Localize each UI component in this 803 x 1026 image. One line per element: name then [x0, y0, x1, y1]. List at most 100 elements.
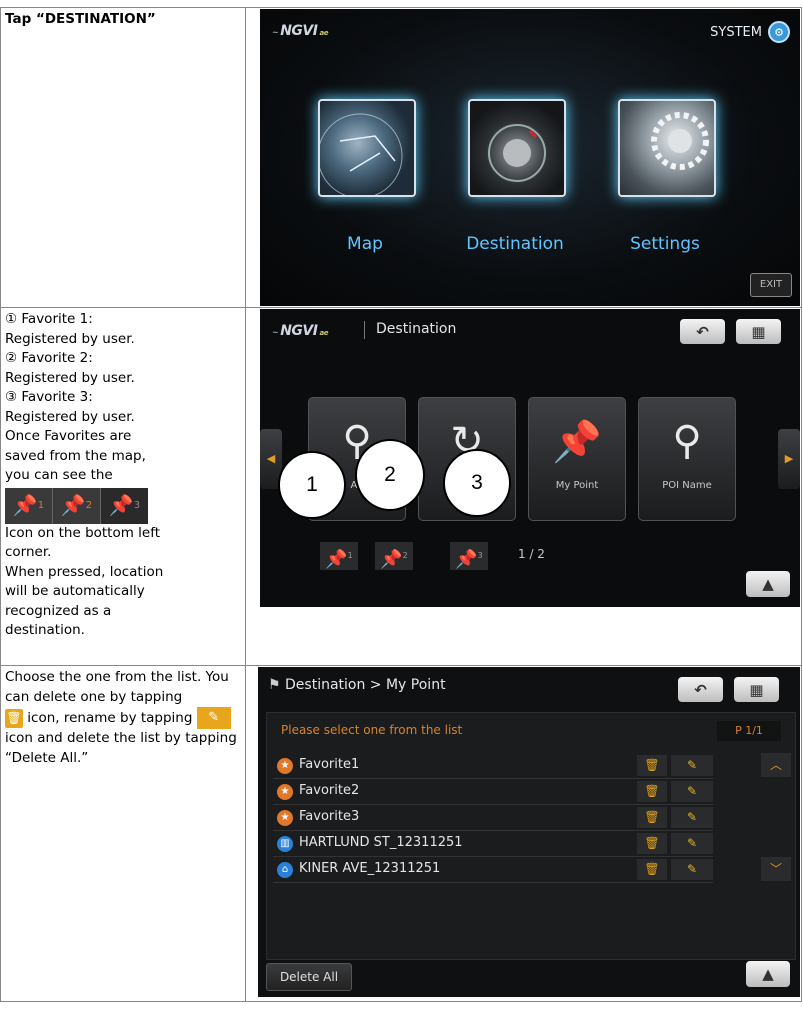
- system-button[interactable]: SYSTEM ⚙: [710, 21, 790, 43]
- trash-icon: 🗑: [644, 784, 660, 798]
- item-name: HARTLUND ST_12311251: [299, 835, 463, 850]
- page-indicator: 1 / 2: [518, 547, 545, 561]
- building-icon: ▥: [277, 836, 293, 852]
- rename-button[interactable]: ✎: [671, 833, 713, 854]
- row2-line: recognized as a: [5, 602, 112, 619]
- settings-label: Settings: [630, 234, 700, 254]
- menu-grid-button[interactable]: ▦: [736, 319, 781, 344]
- rename-button[interactable]: ✎: [671, 781, 713, 802]
- scroll-down-button[interactable]: ﹀: [761, 857, 791, 881]
- pin-icon: 📌: [552, 419, 602, 465]
- pencil-icon: ✎: [196, 707, 231, 729]
- ngvi-logo: ~ NGVI ae: [272, 323, 328, 339]
- delete-button[interactable]: 🗑: [637, 781, 667, 802]
- item-name: Favorite2: [299, 783, 360, 798]
- trash-icon: 🗑: [644, 758, 660, 772]
- favorite-2-button[interactable]: 📌2: [375, 542, 413, 570]
- delete-all-button[interactable]: Delete All: [266, 963, 352, 991]
- favorite-pins-image: 📌 1 📌 2 📌 3: [5, 487, 148, 524]
- trash-icon: 🗑: [644, 810, 660, 824]
- pin-icon: 📌 1: [5, 487, 53, 524]
- row2-image-cell: ~NGVIae Destination ↶ ▦ ◀ ⚲ Ad ↻ 📌 My Po…: [245, 307, 802, 666]
- ngvi-logo: ~ NGVI ae: [272, 23, 328, 39]
- my-point-screen: ⚑ Destination > My Point ↶ ▦ Please sele…: [258, 667, 800, 997]
- settings-tile[interactable]: [618, 99, 716, 197]
- list-item[interactable]: ▥ HARTLUND ST_12311251 🗑 ✎: [273, 831, 713, 857]
- list-item[interactable]: ★ Favorite1 🗑 ✎: [273, 753, 713, 779]
- system-label: SYSTEM: [710, 24, 762, 40]
- callout-1: 1: [278, 451, 346, 519]
- card-label: POI Name: [662, 480, 712, 491]
- grid-icon: ▦: [751, 322, 766, 341]
- item-name: KINER AVE_12311251: [299, 861, 441, 876]
- menu-grid-button[interactable]: ▦: [734, 677, 779, 702]
- list-item[interactable]: ★ Favorite3 🗑 ✎: [273, 805, 713, 831]
- breadcrumb: ⚑ Destination > My Point: [268, 677, 446, 693]
- row3-text-part3: icon and delete the list by tapping “Del…: [5, 730, 237, 766]
- pin-icon: 📌 3: [101, 487, 148, 524]
- back-button[interactable]: ↶: [678, 677, 723, 702]
- row2-line: destination.: [5, 622, 85, 638]
- favorite-3-button[interactable]: 📌3: [450, 542, 488, 570]
- scroll-up-button[interactable]: ▲: [746, 571, 790, 597]
- scroll-top-button[interactable]: ▲: [746, 961, 790, 987]
- next-page-button[interactable]: ▶: [778, 429, 800, 489]
- destination-label: Destination: [466, 234, 564, 254]
- grid-icon: ▦: [749, 680, 764, 699]
- up-arrow-icon: ▲: [762, 965, 774, 983]
- row2-line: Once Favorites are: [5, 428, 132, 444]
- pencil-icon: ✎: [686, 758, 698, 772]
- pencil-icon: ✎: [686, 810, 698, 824]
- pencil-icon: ✎: [686, 862, 698, 876]
- list-item[interactable]: ⌂ KINER AVE_12311251 🗑 ✎: [273, 857, 713, 883]
- header-divider: [364, 321, 365, 339]
- delete-button[interactable]: 🗑: [637, 833, 667, 854]
- favorite-icon: ★: [277, 758, 293, 774]
- row3-image-cell: ⚑ Destination > My Point ↶ ▦ Please sele…: [245, 665, 802, 1002]
- poi-name-card[interactable]: ⚲ POI Name: [638, 397, 736, 521]
- list-item[interactable]: ★ Favorite2 🗑 ✎: [273, 779, 713, 805]
- list-prompt: Please select one from the list: [281, 723, 463, 737]
- trash-icon: 🗑: [644, 862, 660, 876]
- scroll-up-button[interactable]: ︿: [761, 753, 791, 777]
- row2-text-cell: ① Favorite 1: Registered by user. ② Favo…: [0, 307, 246, 666]
- back-icon: ↶: [696, 322, 709, 341]
- right-arrow-icon: ▶: [784, 452, 794, 465]
- chevron-up-icon: ︿: [769, 758, 782, 772]
- callout-2: 2: [355, 439, 425, 511]
- rename-button[interactable]: ✎: [671, 755, 713, 776]
- favorite-1-button[interactable]: 📌1: [320, 542, 358, 570]
- row1-text-cell: Tap “DESTINATION”: [0, 7, 246, 308]
- rename-button[interactable]: ✎: [671, 859, 713, 880]
- delete-button[interactable]: 🗑: [637, 859, 667, 880]
- poi-search-icon: ⚲: [672, 418, 702, 464]
- compass-icon: [488, 124, 546, 182]
- gear-icon: ⚙: [768, 21, 790, 43]
- row2-line: you can see the: [5, 467, 113, 483]
- row2-line: Registered by user.: [5, 330, 135, 347]
- row2-line: Icon on the bottom left: [5, 524, 161, 541]
- row2-line: When pressed, location: [5, 563, 164, 580]
- row2-line: ① Favorite 1:: [5, 311, 93, 327]
- chevron-down-icon: ﹀: [769, 862, 782, 876]
- exit-button[interactable]: EXIT: [750, 273, 792, 297]
- row2-line: will be automatically: [5, 583, 145, 599]
- row2-line: Registered by user.: [5, 408, 135, 425]
- up-arrow-icon: ▲: [762, 575, 774, 593]
- rename-button[interactable]: ✎: [671, 807, 713, 828]
- left-arrow-icon: ◀: [266, 452, 276, 465]
- row3-text-part1: Choose the one from the list. You can de…: [5, 669, 229, 705]
- item-name: Favorite1: [299, 757, 360, 772]
- back-button[interactable]: ↶: [680, 319, 725, 344]
- destination-screen: ~NGVIae Destination ↶ ▦ ◀ ⚲ Ad ↻ 📌 My Po…: [260, 309, 800, 607]
- pencil-icon: ✎: [686, 784, 698, 798]
- list-panel: Please select one from the list P 1/1 ★ …: [266, 712, 796, 960]
- delete-button[interactable]: 🗑: [637, 755, 667, 776]
- pencil-icon: ✎: [686, 836, 698, 850]
- delete-button[interactable]: 🗑: [637, 807, 667, 828]
- my-point-card[interactable]: 📌 My Point: [528, 397, 626, 521]
- map-tile[interactable]: [317, 99, 416, 199]
- map-label: Map: [347, 234, 383, 254]
- destination-tile[interactable]: [468, 99, 566, 197]
- item-name: Favorite3: [299, 809, 360, 824]
